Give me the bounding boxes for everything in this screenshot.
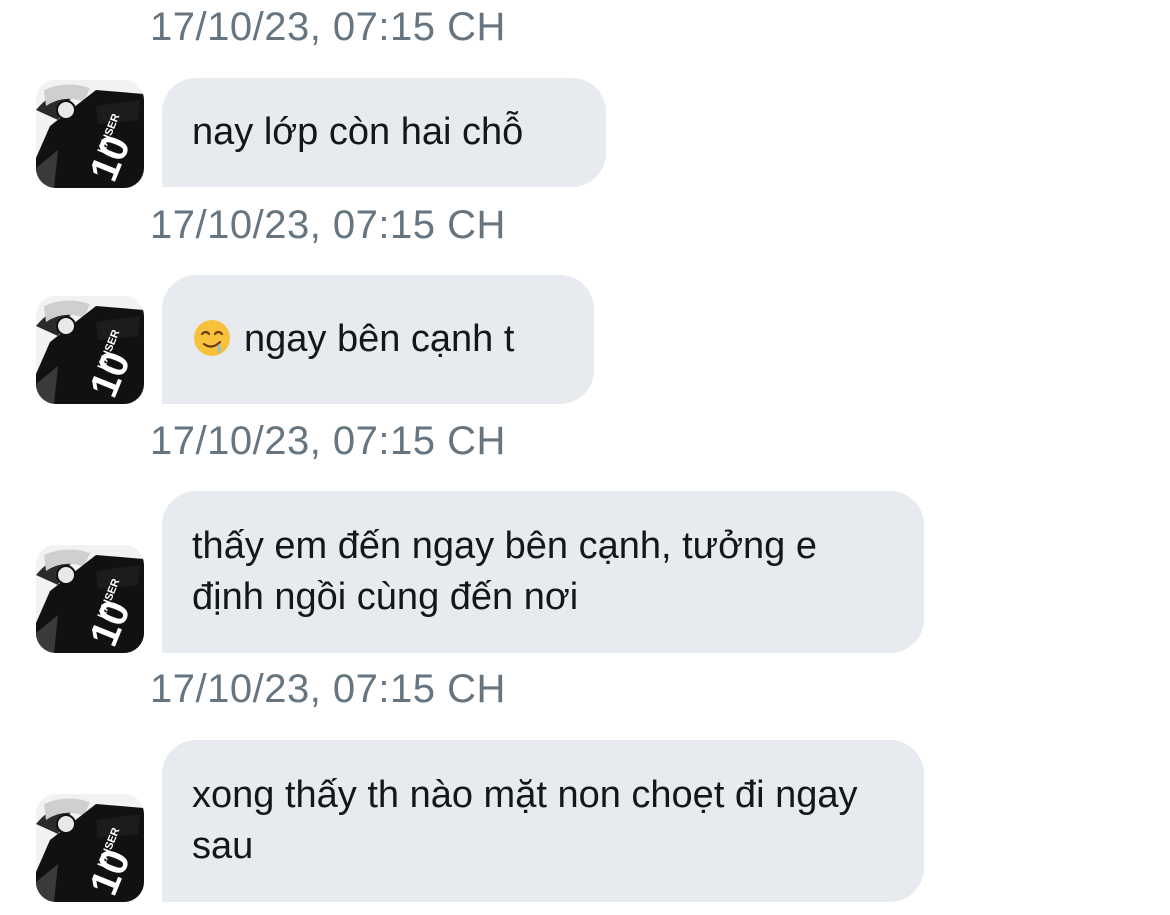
message-bubble[interactable]: nay lớp còn hai chỗ [162,78,606,187]
message-timestamp: 17/10/23, 07:15 CH [150,419,506,463]
message-text: xong thấy th nào mặt non choẹt đi ngay s… [192,774,858,867]
message-text: ngay bên cạnh t [244,318,515,360]
message-bubble[interactable]: xong thấy th nào mặt non choẹt đi ngay s… [162,740,924,902]
avatar-kaiser-10-icon: KAISER 10 [36,794,144,902]
avatar-kaiser-10-icon: KAISER 10 [36,296,144,404]
message-bubble[interactable]: ngay bên cạnh t [162,275,594,404]
sender-avatar[interactable]: KAISER 10 [36,296,144,404]
message-thread: 17/10/23, 07:15 CH KAISER 10 nay lớp còn… [0,0,1170,915]
message-content: ngay bên cạnh t [192,314,514,365]
message-timestamp: 17/10/23, 07:15 CH [150,667,506,711]
sender-avatar[interactable]: KAISER 10 [36,794,144,902]
message-text: thấy em đến ngay bên cạnh, tưởng e định … [192,525,817,618]
message-timestamp: 17/10/23, 07:15 CH [150,203,506,247]
avatar-kaiser-10-icon: KAISER 10 [36,80,144,188]
sender-avatar[interactable]: KAISER 10 [36,545,144,653]
avatar-kaiser-10-icon: KAISER 10 [36,545,144,653]
message-bubble[interactable]: thấy em đến ngay bên cạnh, tưởng e định … [162,491,924,653]
sender-avatar[interactable]: KAISER 10 [36,80,144,188]
message-timestamp: 17/10/23, 07:15 CH [150,5,506,49]
message-text: nay lớp còn hai chỗ [192,111,524,153]
drooling-face-icon [192,318,232,358]
